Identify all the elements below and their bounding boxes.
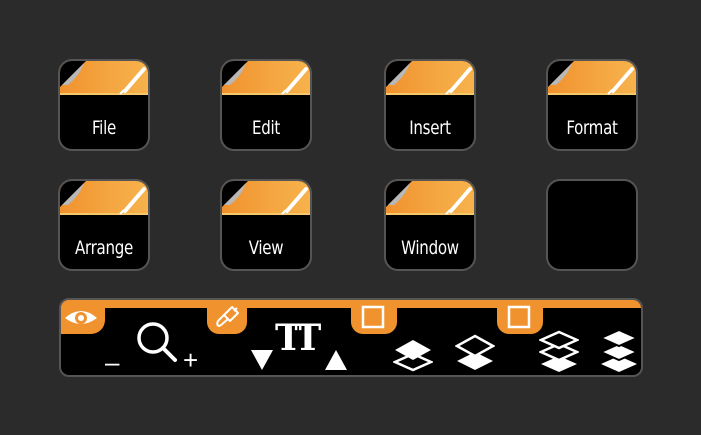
view-menu-button[interactable]: View — [220, 179, 312, 271]
window-menu-button[interactable]: Window — [384, 179, 476, 271]
document-pen-icon — [548, 61, 636, 95]
zoom-out-button[interactable]: – — [105, 349, 119, 375]
eye-icon — [65, 311, 97, 324]
edit-menu-button[interactable]: Edit — [220, 59, 312, 151]
document-pen-icon — [386, 181, 474, 215]
file-menu-button[interactable]: File — [58, 59, 150, 151]
empty-key[interactable] — [546, 179, 638, 271]
arrange-menu-button[interactable]: Arrange — [58, 179, 150, 271]
shape-tab-1[interactable] — [351, 300, 397, 334]
square-icon — [361, 305, 385, 329]
key-label: Format — [566, 117, 618, 139]
document-pen-icon — [386, 61, 474, 95]
key-label: Arrange — [74, 237, 134, 259]
text-size-up-icon[interactable] — [323, 346, 349, 372]
view-tab[interactable] — [61, 300, 105, 334]
key-label: File — [91, 117, 117, 139]
layers-icon[interactable] — [539, 328, 579, 376]
document-pen-icon — [222, 181, 310, 215]
square-icon — [507, 305, 531, 329]
magnifier-icon[interactable] — [133, 318, 181, 366]
document-pen-icon — [60, 181, 148, 215]
shape-tab-2[interactable] — [497, 300, 543, 334]
bottom-toolbar: – + TT — [59, 298, 643, 377]
key-label: Edit — [251, 117, 281, 139]
text-size-icon[interactable]: TT — [275, 320, 321, 356]
layers-icon[interactable] — [599, 326, 639, 376]
key-label: View — [248, 237, 284, 259]
document-pen-icon — [60, 61, 148, 95]
key-label: Insert — [409, 117, 451, 139]
layers-icon[interactable] — [455, 332, 495, 374]
text-size-down-icon[interactable] — [249, 346, 275, 372]
brush-icon — [216, 306, 239, 327]
zoom-in-button[interactable]: + — [183, 347, 198, 373]
brush-tab[interactable] — [207, 300, 247, 334]
key-label: Window — [401, 237, 459, 259]
layers-icon[interactable] — [393, 334, 433, 374]
insert-menu-button[interactable]: Insert — [384, 59, 476, 151]
format-menu-button[interactable]: Format — [546, 59, 638, 151]
document-pen-icon — [222, 61, 310, 95]
